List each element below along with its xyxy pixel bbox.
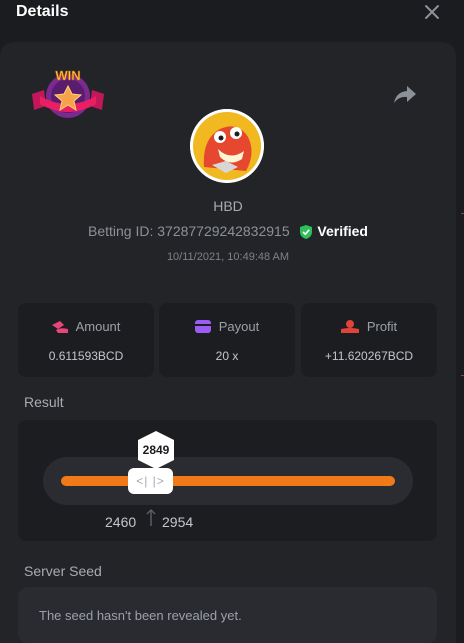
username: HBD — [213, 198, 243, 214]
amount-label: Amount — [75, 319, 121, 334]
verified-label[interactable]: Verified — [317, 223, 368, 239]
arrow-up-icon — [146, 508, 156, 526]
result-value: 2849 — [142, 443, 170, 457]
result-label: Result — [24, 394, 64, 410]
range-low-value: 2460 — [105, 514, 137, 530]
profit-label: Profit — [366, 319, 398, 334]
close-icon[interactable] — [422, 2, 442, 22]
slider-thumb[interactable]: <| |> — [128, 468, 173, 494]
payout-card: Payout 20 x — [159, 303, 295, 377]
wallet-icon — [194, 320, 211, 333]
modal-header: Details — [0, 0, 464, 32]
server-seed-box: The seed hasn't been revealed yet. — [18, 587, 437, 643]
hand-coin-icon — [340, 320, 359, 333]
amount-card: Amount 0.611593BCD — [18, 303, 154, 377]
payout-label: Payout — [218, 319, 260, 334]
range-high-value: 2954 — [162, 514, 194, 530]
profit-card: Profit +11.620267BCD — [301, 303, 437, 377]
amount-value: 0.611593BCD — [48, 349, 124, 363]
result-value-marker: 2849 — [136, 431, 176, 469]
verified-shield-icon — [299, 225, 312, 239]
result-track-fill — [61, 476, 395, 486]
betting-id-label: Betting ID: — [87, 223, 154, 239]
server-seed-text: The seed hasn't been revealed yet. — [39, 608, 242, 623]
payout-value: 20 x — [215, 349, 239, 363]
betting-id-value: 37287729242832915 — [157, 223, 290, 239]
profit-value: +11.620267BCD — [324, 349, 414, 363]
win-badge-icon: WIN — [32, 68, 104, 118]
share-icon[interactable] — [393, 84, 417, 104]
dinosaur-avatar-icon — [190, 109, 264, 183]
betting-id-row: Betting ID: 37287729242832915 Verified — [0, 223, 456, 239]
modal-title: Details — [16, 3, 69, 20]
bet-timestamp: 10/11/2021, 10:49:48 AM — [166, 251, 290, 263]
avatar — [190, 109, 264, 183]
server-seed-label: Server Seed — [24, 563, 102, 579]
win-badge-text: WIN — [55, 68, 80, 83]
coins-icon — [51, 321, 68, 333]
